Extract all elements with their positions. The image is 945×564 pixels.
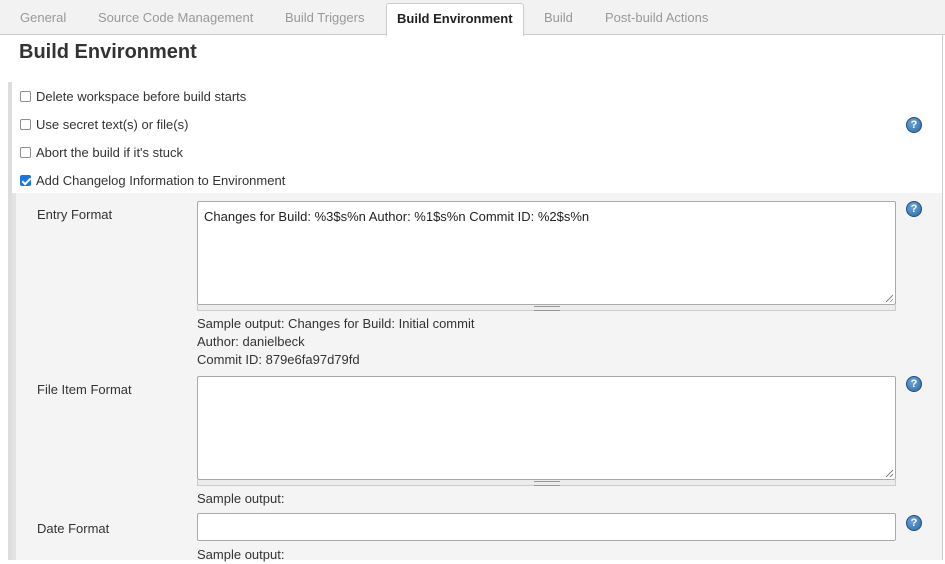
secret-text-help-icon[interactable]: ? xyxy=(906,117,922,133)
entry-format-textarea[interactable]: Changes for Build: %3$s%n Author: %1$s%n… xyxy=(197,201,896,305)
tab-post-build-actions[interactable]: Post-build Actions xyxy=(605,10,708,25)
section-title: Build Environment xyxy=(19,41,197,63)
secret-text-option[interactable]: Use secret text(s) or file(s) xyxy=(20,117,188,132)
abort-stuck-option[interactable]: Abort the build if it's stuck xyxy=(20,145,183,160)
file-item-format-help-icon[interactable]: ? xyxy=(906,376,922,392)
file-item-format-sample-output: Sample output: xyxy=(197,491,285,506)
add-changelog-option[interactable]: Add Changelog Information to Environment xyxy=(20,173,285,188)
entry-format-sample-line-1: Sample output: Changes for Build: Initia… xyxy=(197,316,475,331)
abort-stuck-checkbox[interactable] xyxy=(20,147,31,158)
date-format-help-icon[interactable]: ? xyxy=(906,515,922,531)
entry-format-label: Entry Format xyxy=(37,207,113,222)
delete-workspace-option[interactable]: Delete workspace before build starts xyxy=(20,89,246,104)
entry-format-sample-output: Sample output: Changes for Build: Initia… xyxy=(197,315,474,369)
page-right-border xyxy=(942,35,943,560)
date-format-label: Date Format xyxy=(37,521,110,536)
abort-stuck-label: Abort the build if it's stuck xyxy=(36,145,183,160)
delete-workspace-label: Delete workspace before build starts xyxy=(36,89,247,104)
tab-build-triggers[interactable]: Build Triggers xyxy=(285,10,364,25)
tab-build[interactable]: Build xyxy=(544,10,573,25)
tab-build-environment[interactable]: Build Environment xyxy=(386,3,524,36)
entry-format-sample-line-2: Author: danielbeck xyxy=(197,334,305,349)
secret-text-label: Use secret text(s) or file(s) xyxy=(36,117,189,132)
entry-format-sample-line-3: Commit ID: 879e6fa97d79fd xyxy=(197,352,360,367)
file-item-format-textarea[interactable] xyxy=(197,376,896,480)
entry-format-help-icon[interactable]: ? xyxy=(906,201,922,217)
tab-general[interactable]: General xyxy=(20,10,66,25)
add-changelog-checkbox[interactable] xyxy=(20,175,31,186)
config-tab-bar: General Source Code Management Build Tri… xyxy=(0,0,945,36)
entry-format-drag-handle[interactable] xyxy=(197,305,896,311)
file-item-format-label: File Item Format xyxy=(37,382,132,397)
add-changelog-label: Add Changelog Information to Environment xyxy=(36,173,286,188)
secret-text-checkbox[interactable] xyxy=(20,119,31,130)
date-format-input[interactable] xyxy=(197,513,896,541)
file-item-format-drag-handle[interactable] xyxy=(197,480,896,486)
delete-workspace-checkbox[interactable] xyxy=(20,91,31,102)
tab-source-code-management[interactable]: Source Code Management xyxy=(98,10,253,25)
date-format-sample-output: Sample output: xyxy=(197,547,285,562)
